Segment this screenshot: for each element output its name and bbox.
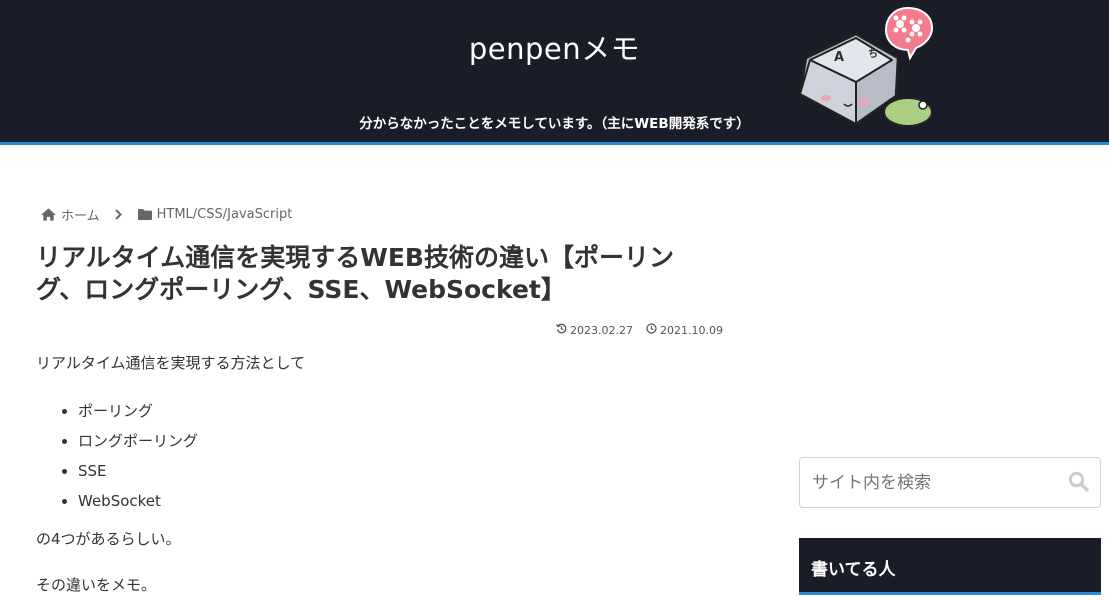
memo-paragraph: その違いをメモ。 [36,576,157,594]
home-icon [41,208,56,221]
after-list-paragraph: の4つがあるらしい。 [36,530,181,548]
mascot-logo: A ち [798,6,934,127]
breadcrumb: ホーム HTML/CSS/JavaScript [41,205,292,224]
clock-icon [646,323,657,337]
sidebar-search [799,457,1101,508]
breadcrumb-category[interactable]: HTML/CSS/JavaScript [137,207,293,222]
article-title: リアルタイム通信を実現するWEB技術の違い【ポーリング、ロングポーリング、SSE… [36,243,674,304]
site-title[interactable]: penpenメモ [0,26,1109,68]
article-content: リアルタイム通信を実現する方法として ポーリング ロングポーリング SSE We… [36,353,726,595]
article-dates: 2023.02.27 2021.10.09 [556,323,723,337]
site-description: 分からなかったことをメモしています。（主にWEB開発系です） [359,116,750,132]
intro-paragraph: リアルタイム通信を実現する方法として [36,354,306,372]
search-button[interactable] [1066,471,1090,495]
updated-date: 2023.02.27 [556,323,633,337]
breadcrumb-category-label: HTML/CSS/JavaScript [156,207,293,222]
mascot-key-letter-a: A [834,50,844,65]
updated-date-value: 2023.02.27 [570,323,634,337]
published-date: 2021.10.09 [646,323,723,337]
published-date-value: 2021.10.09 [660,323,723,337]
mascot-key-letter-chi: ち [868,48,878,60]
breadcrumb-home-label: ホーム [61,209,100,224]
method-list: ポーリング ロングポーリング SSE WebSocket [78,401,726,511]
list-item: ポーリング [78,401,726,421]
list-item: SSE [78,461,726,481]
header-accent-line [0,142,1109,145]
list-item: WebSocket [78,491,726,511]
site-header: penpenメモ 分からなかったことをメモしています。（主にWEB開発系です） … [0,0,1109,142]
folder-icon [137,209,152,220]
breadcrumb-home[interactable]: ホーム [41,205,100,224]
search-input[interactable] [800,458,1055,507]
list-item: ロングポーリング [78,431,726,451]
author-widget-title: 書いてる人 [799,538,1101,595]
update-icon [556,323,567,337]
search-icon [1068,471,1089,495]
chevron-right-icon [114,209,122,220]
